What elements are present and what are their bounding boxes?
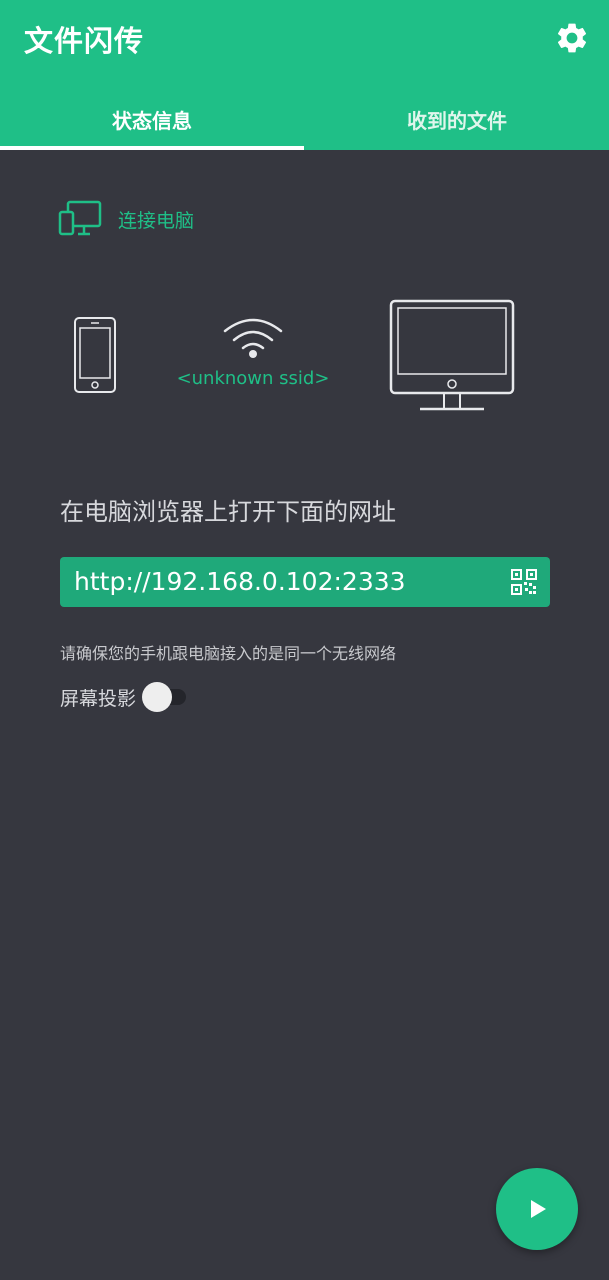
devices-icon xyxy=(58,200,102,236)
screen-projection-toggle[interactable] xyxy=(140,680,190,714)
phone-icon xyxy=(73,316,117,398)
app-bar: 文件闪传 状态信息 收到的文件 xyxy=(0,0,609,150)
monitor-icon xyxy=(388,298,516,416)
start-button[interactable] xyxy=(496,1168,578,1250)
connect-pc-label: 连接电脑 xyxy=(118,209,195,232)
ssid-label: <unknown ssid> xyxy=(176,368,330,389)
tab-indicator xyxy=(0,146,304,150)
play-icon xyxy=(531,1200,546,1218)
tab-status-info[interactable]: 状态信息 xyxy=(0,88,304,150)
url-box[interactable]: http://192.168.0.102:2333 xyxy=(60,557,550,607)
app-title: 文件闪传 xyxy=(24,24,145,58)
toggle-knob xyxy=(142,682,173,712)
wifi-icon xyxy=(222,315,284,365)
settings-button[interactable] xyxy=(554,20,590,56)
instruction-text: 在电脑浏览器上打开下面的网址 xyxy=(60,498,396,526)
gear-icon xyxy=(557,23,587,53)
url-text[interactable]: http://192.168.0.102:2333 xyxy=(74,557,406,607)
screen-projection-row: 屏幕投影 xyxy=(60,680,190,714)
connect-pc-header: 连接电脑 xyxy=(58,200,194,238)
network-note: 请确保您的手机跟电脑接入的是同一个无线网络 xyxy=(60,644,397,663)
screen-projection-label: 屏幕投影 xyxy=(60,687,137,710)
tab-received-files[interactable]: 收到的文件 xyxy=(305,88,609,150)
tab-bar: 状态信息 收到的文件 xyxy=(0,88,609,150)
qr-code-icon[interactable] xyxy=(511,569,537,595)
